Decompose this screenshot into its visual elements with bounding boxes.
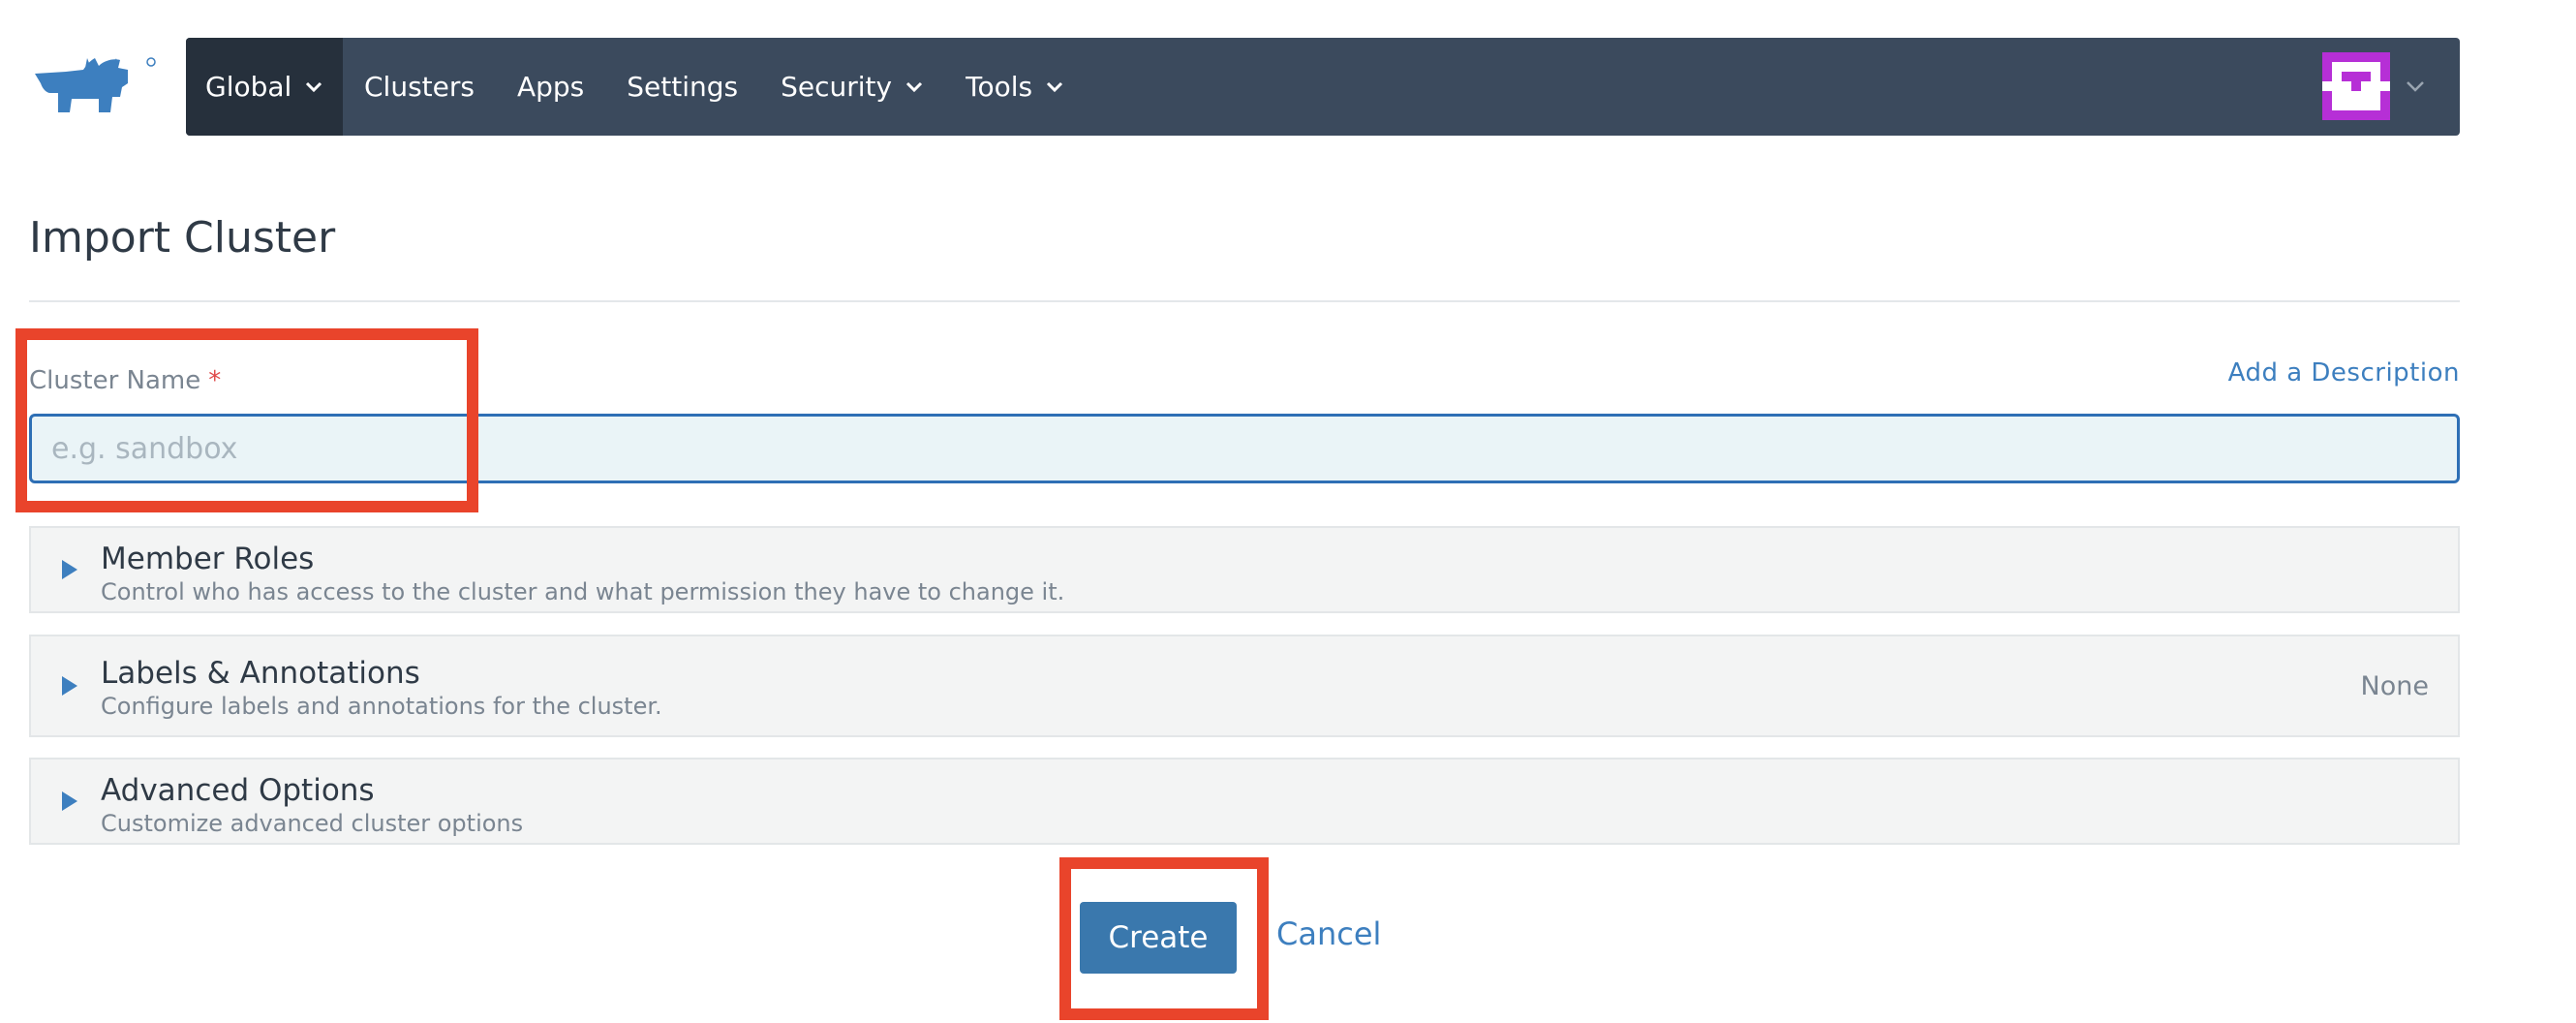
rancher-logo-icon[interactable] <box>27 54 163 118</box>
accordion-description: Control who has access to the cluster an… <box>101 578 1065 605</box>
nav-security-dropdown[interactable]: Security <box>759 38 944 136</box>
create-button[interactable]: Create <box>1080 902 1237 974</box>
nav-security-label: Security <box>781 71 893 103</box>
accordion-member-roles[interactable]: Member Roles Control who has access to t… <box>29 526 2460 613</box>
avatar-icon <box>2322 52 2390 120</box>
expand-arrow-icon <box>62 676 77 696</box>
nav-clusters-label: Clusters <box>364 71 475 103</box>
nav-apps[interactable]: Apps <box>496 38 605 136</box>
nav-clusters[interactable]: Clusters <box>343 38 496 136</box>
top-navigation-bar: Global Clusters Apps Settings Security T… <box>186 38 2460 136</box>
accordion-title: Advanced Options <box>101 773 375 808</box>
chevron-down-icon <box>306 81 322 92</box>
expand-arrow-icon <box>62 560 77 579</box>
accordion-advanced-options[interactable]: Advanced Options Customize advanced clus… <box>29 758 2460 845</box>
nav-tools-dropdown[interactable]: Tools <box>944 38 1085 136</box>
add-description-link[interactable]: Add a Description <box>2228 358 2460 388</box>
chevron-down-icon <box>1047 81 1063 92</box>
accordion-title: Member Roles <box>101 542 315 576</box>
accordion-title: Labels & Annotations <box>101 656 420 691</box>
cluster-name-label-text: Cluster Name <box>29 366 201 395</box>
page-title: Import Cluster <box>29 213 336 263</box>
chevron-down-icon <box>2407 81 2424 92</box>
accordion-labels-annotations[interactable]: Labels & Annotations Configure labels an… <box>29 635 2460 737</box>
nav-settings-label: Settings <box>627 71 739 103</box>
chevron-down-icon <box>906 81 923 92</box>
title-divider <box>29 300 2460 302</box>
nav-settings[interactable]: Settings <box>605 38 759 136</box>
labels-status: None <box>2360 671 2429 701</box>
nav-global-dropdown[interactable]: Global <box>186 38 343 136</box>
cluster-name-label: Cluster Name * <box>29 366 221 395</box>
cluster-name-input[interactable] <box>29 414 2460 483</box>
cancel-link[interactable]: Cancel <box>1276 915 1381 952</box>
required-mark: * <box>208 366 222 395</box>
nav-tools-label: Tools <box>966 71 1033 103</box>
accordion-description: Customize advanced cluster options <box>101 810 524 837</box>
nav-global-label: Global <box>205 71 292 103</box>
nav-apps-label: Apps <box>516 71 585 103</box>
expand-arrow-icon <box>62 791 77 811</box>
accordion-description: Configure labels and annotations for the… <box>101 693 662 720</box>
user-menu[interactable] <box>2322 51 2425 121</box>
